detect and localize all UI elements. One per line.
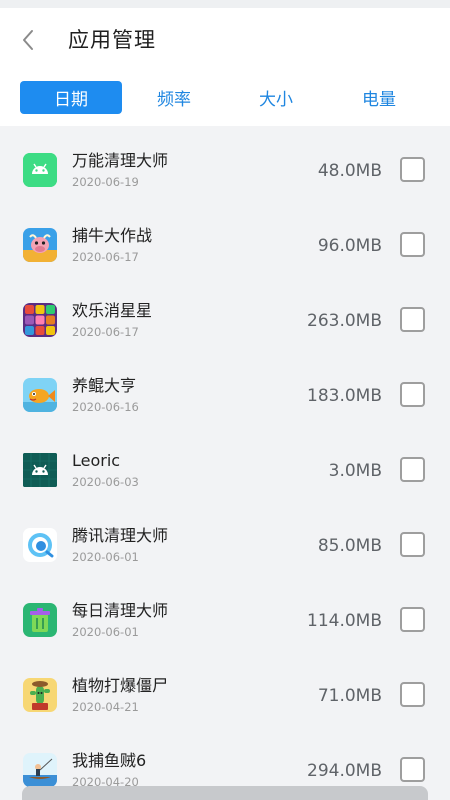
back-button[interactable] [14, 26, 42, 54]
app-name: 欢乐消星星 [72, 301, 153, 320]
select-checkbox[interactable] [400, 532, 425, 557]
app-install-date: 2020-06-01 [72, 550, 139, 564]
app-name: 每日清理大师 [72, 601, 169, 620]
app-size: 114.0MB [307, 611, 382, 631]
app-install-date: 2020-06-16 [72, 400, 139, 414]
app-install-date: 2020-06-03 [72, 475, 139, 489]
select-checkbox[interactable] [400, 382, 425, 407]
app-install-date: 2020-06-17 [72, 325, 139, 339]
trash-bin-icon [23, 603, 57, 637]
app-size: 3.0MB [328, 461, 382, 481]
select-checkbox[interactable] [400, 457, 425, 482]
select-checkbox[interactable] [400, 157, 425, 182]
chevron-left-icon [23, 30, 33, 50]
app-list: 万能清理大师 2020-06-19 48.0MB 捕牛大作战 2020-06-1… [0, 133, 450, 800]
fish-icon [23, 378, 57, 412]
tab-frequency[interactable]: 频率 [123, 81, 225, 114]
list-item[interactable]: 捕牛大作战 2020-06-17 96.0MB [0, 208, 450, 283]
tencent-clean-icon [23, 528, 57, 562]
app-install-date: 2020-06-01 [72, 625, 139, 639]
app-install-date: 2020-06-17 [72, 250, 139, 264]
fishing-icon [23, 753, 57, 787]
list-item[interactable]: 每日清理大师 2020-06-01 114.0MB [0, 583, 450, 658]
app-name: Leoric [72, 451, 121, 470]
list-item[interactable]: 植物打爆僵尸 2020-04-21 71.0MB [0, 658, 450, 733]
android-icon [23, 453, 57, 487]
bottom-action-bar[interactable] [22, 786, 428, 800]
app-size: 263.0MB [307, 311, 382, 331]
app-install-date: 2020-04-21 [72, 700, 139, 714]
app-size: 71.0MB [317, 686, 382, 706]
plant-cactus-icon [23, 678, 57, 712]
app-name: 万能清理大师 [72, 151, 169, 170]
app-name: 养鲲大亨 [72, 376, 137, 395]
star-blocks-icon [23, 303, 57, 337]
select-checkbox[interactable] [400, 307, 425, 332]
top-header: 应用管理 日期 频率 大小 电量 [0, 8, 450, 126]
list-item[interactable]: 万能清理大师 2020-06-19 48.0MB [0, 133, 450, 208]
app-install-date: 2020-06-19 [72, 175, 139, 189]
page-title: 应用管理 [68, 28, 156, 52]
app-size: 96.0MB [317, 236, 382, 256]
sort-tabs: 日期 频率 大小 电量 [0, 81, 450, 114]
select-checkbox[interactable] [400, 232, 425, 257]
app-name: 我捕鱼贼6 [72, 751, 147, 770]
app-size: 85.0MB [317, 536, 382, 556]
app-size: 48.0MB [317, 161, 382, 181]
app-size: 294.0MB [307, 761, 382, 781]
list-item[interactable]: 养鲲大亨 2020-06-16 183.0MB [0, 358, 450, 433]
app-name: 腾讯清理大师 [72, 526, 169, 545]
list-item[interactable]: Leoric 2020-06-03 3.0MB [0, 433, 450, 508]
app-size: 183.0MB [307, 386, 382, 406]
app-name: 捕牛大作战 [72, 226, 153, 245]
tab-date[interactable]: 日期 [20, 81, 122, 114]
list-item[interactable]: 欢乐消星星 2020-06-17 263.0MB [0, 283, 450, 358]
app-name: 植物打爆僵尸 [72, 676, 169, 695]
select-checkbox[interactable] [400, 607, 425, 632]
bull-game-icon [23, 228, 57, 262]
status-bar-strip [0, 0, 450, 8]
tab-battery[interactable]: 电量 [328, 81, 430, 114]
android-icon [23, 153, 57, 187]
list-item[interactable]: 腾讯清理大师 2020-06-01 85.0MB [0, 508, 450, 583]
tab-size[interactable]: 大小 [225, 81, 327, 114]
select-checkbox[interactable] [400, 757, 425, 782]
select-checkbox[interactable] [400, 682, 425, 707]
